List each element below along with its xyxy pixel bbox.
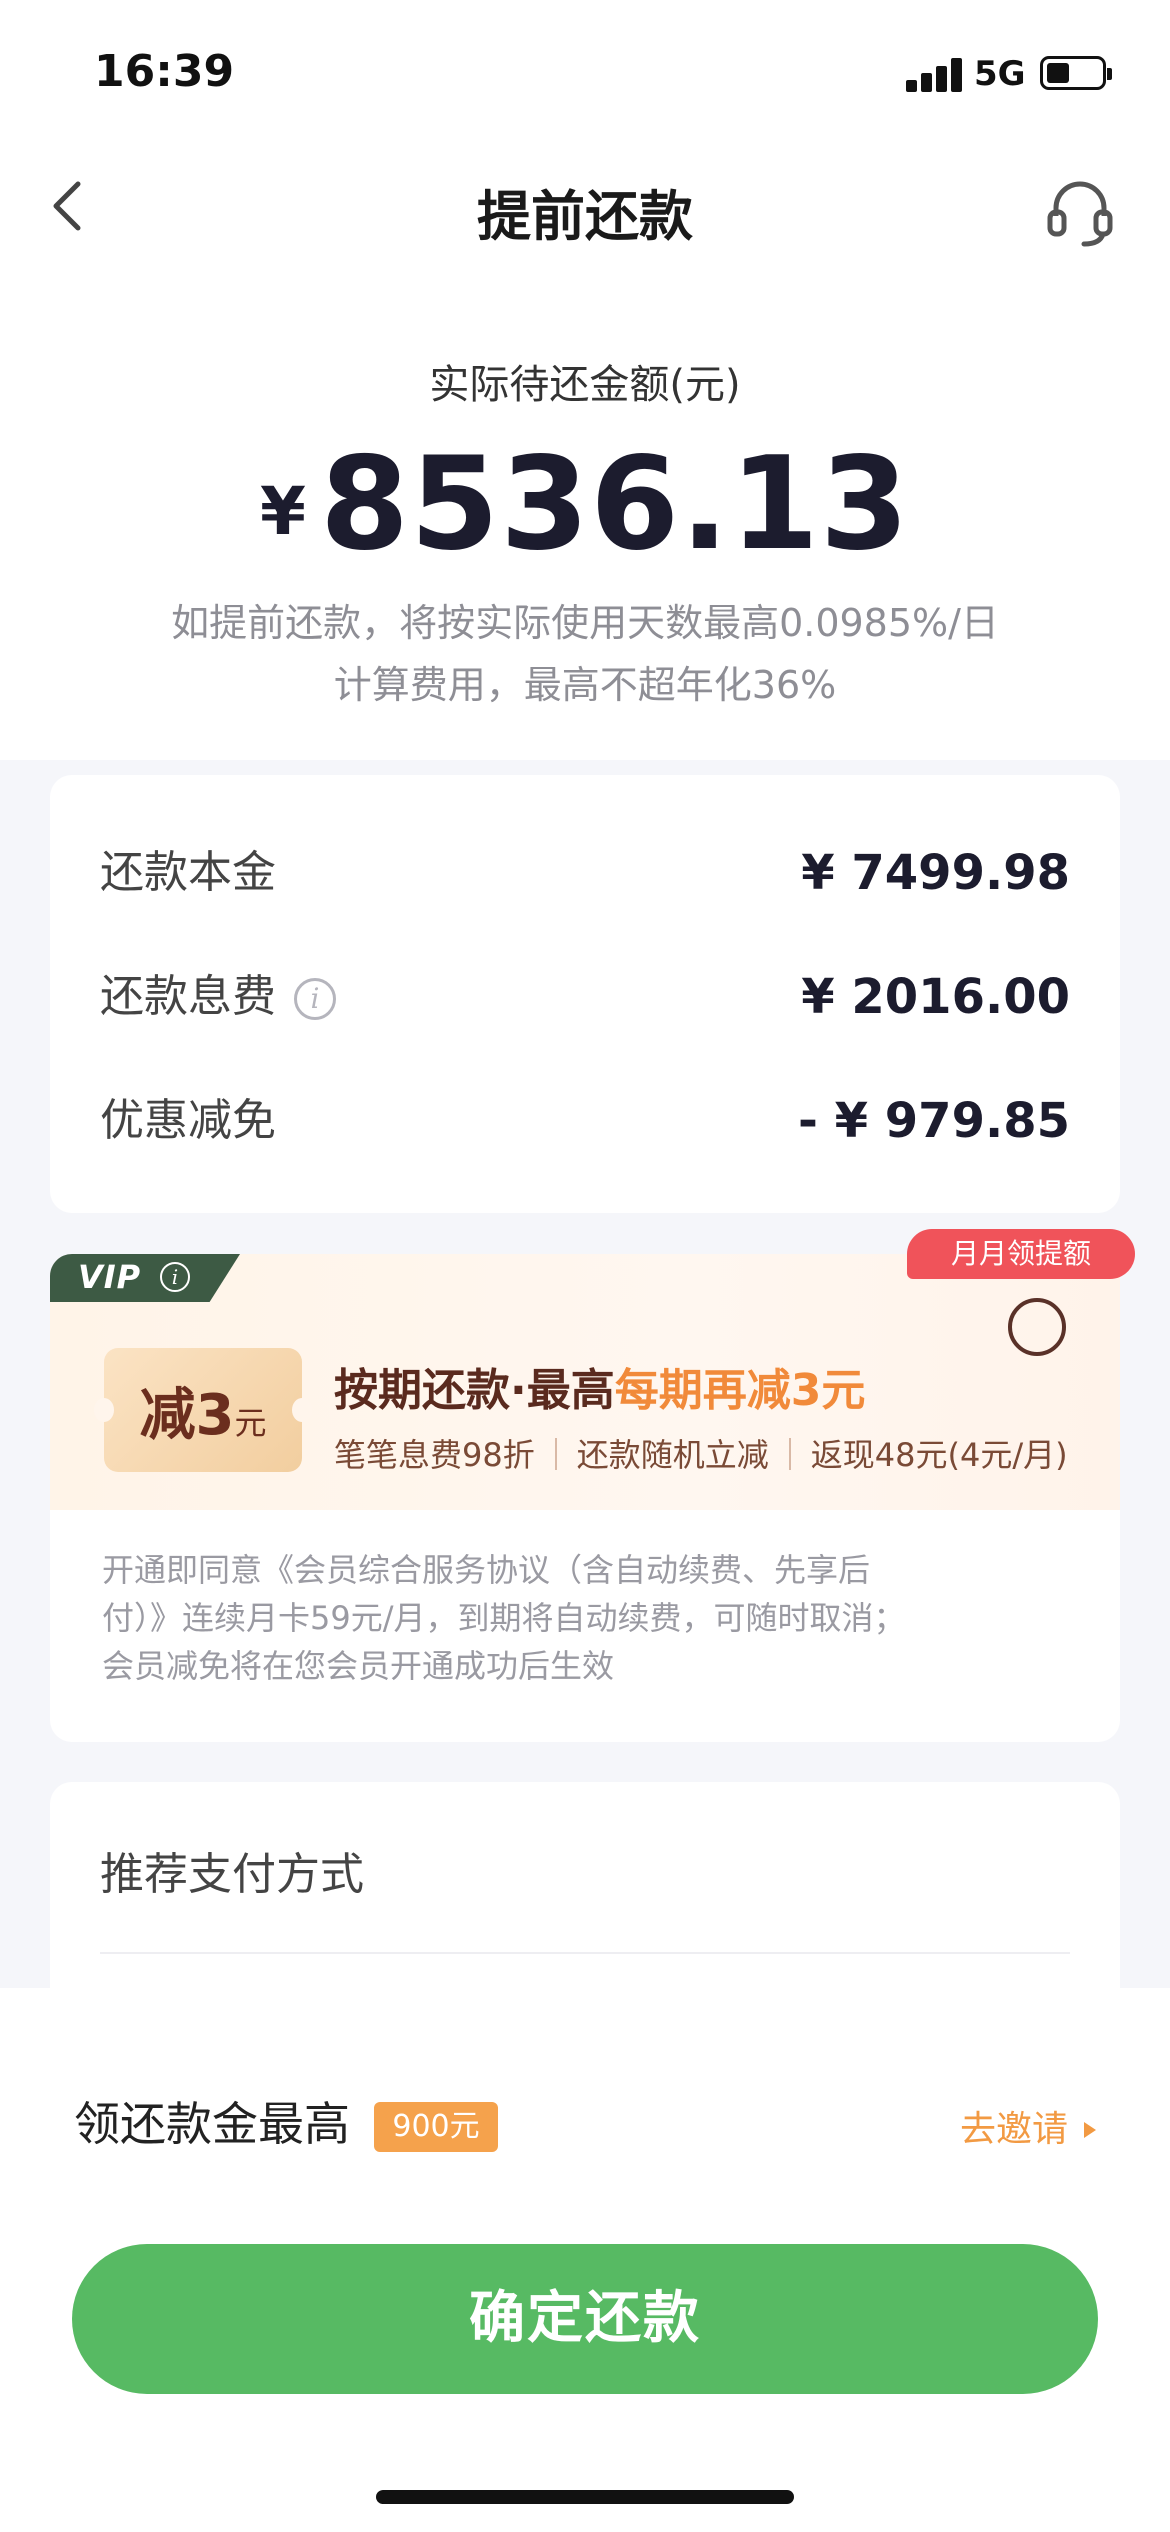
coupon-amount: 减3 xyxy=(139,1383,235,1448)
fee-label-wrap: 还款息费 i xyxy=(100,957,336,1037)
vip-perk: 还款随机立减 xyxy=(576,1436,769,1474)
repayment-detail-card: 还款本金 ¥ 7499.98 还款息费 i ¥ 2016.00 优惠减免 - ¥ … xyxy=(50,775,1120,1213)
home-indicator xyxy=(376,2490,794,2504)
agreement-line: 付）》连续月卡59元/月，到期将自动续费，可随时取消； xyxy=(102,1599,906,1637)
notice-line: 如提前还款，将按实际使用天数最高0.0985%/日 xyxy=(171,601,999,645)
divider xyxy=(100,1952,1070,1954)
status-time: 16:39 xyxy=(94,46,235,97)
vip-title-highlight: 每期再减3元 xyxy=(614,1365,866,1416)
battery-icon xyxy=(1040,56,1112,90)
vip-tag-text: VIP xyxy=(78,1258,142,1296)
fee-value: ¥ 2016.00 xyxy=(801,969,1070,1025)
page-title: 提前还款 xyxy=(477,185,693,248)
vip-tag: VIP i xyxy=(50,1254,240,1302)
repayment-notice: 如提前还款，将按实际使用天数最高0.0985%/日 计算费用，最高不超年化36% xyxy=(100,592,1070,716)
coupon-unit: 元 xyxy=(234,1404,267,1442)
signal-icon xyxy=(906,58,962,92)
agreement-line: 开通即同意《会员综合服务协议（含自动续费、先享后 xyxy=(102,1551,871,1589)
notice-line: 计算费用，最高不超年化36% xyxy=(333,663,837,707)
vip-promo-badge: 月月领提额 xyxy=(907,1229,1135,1279)
info-icon[interactable]: i xyxy=(294,978,336,1020)
amount-value: 8536.13 xyxy=(319,430,910,579)
discount-label: 优惠减免 xyxy=(100,1095,276,1146)
vip-perk: 笔笔息费98折 xyxy=(334,1436,535,1474)
discount-value: - ¥ 979.85 xyxy=(798,1093,1070,1149)
fee-label: 还款息费 xyxy=(100,971,276,1022)
reward-label: 领还款金最高 xyxy=(74,2097,350,2151)
headset-icon xyxy=(1047,181,1113,247)
vip-agreement-text[interactable]: 开通即同意《会员综合服务协议（含自动续费、先享后 付）》连续月卡59元/月，到期… xyxy=(102,1546,1042,1690)
perk-divider xyxy=(788,1438,791,1470)
vip-perk: 返现48元(4元/月) xyxy=(810,1436,1068,1474)
invite-text: 去邀请 xyxy=(959,2109,1068,2150)
amount-display: ¥8536.13 xyxy=(0,430,1170,579)
vip-perks: 笔笔息费98折 还款随机立减 返现48元(4元/月) xyxy=(334,1430,1068,1476)
status-bar: 16:39 5G xyxy=(0,0,1170,150)
vip-title: 按期还款·最高每期再减3元 xyxy=(334,1354,865,1418)
principal-value: ¥ 7499.98 xyxy=(801,845,1070,901)
principal-label: 还款本金 xyxy=(100,847,276,898)
bottom-action-panel: 领还款金最高 900元 去邀请 确定还款 xyxy=(0,1988,1170,2532)
payment-method-title: 推荐支付方式 xyxy=(100,1849,364,1900)
discount-row: 优惠减免 - ¥ 979.85 xyxy=(100,1081,1070,1161)
principal-row: 还款本金 ¥ 7499.98 xyxy=(100,833,1070,913)
fee-row: 还款息费 i ¥ 2016.00 xyxy=(100,957,1070,1037)
customer-service-button[interactable] xyxy=(1040,172,1120,252)
amount-label: 实际待还金额(元) xyxy=(429,362,741,408)
triangle-right-icon xyxy=(1084,2122,1096,2138)
network-type: 5G xyxy=(974,54,1026,94)
reward-amount-badge: 900元 xyxy=(374,2102,498,2152)
currency-symbol: ¥ xyxy=(260,473,306,550)
perk-divider xyxy=(554,1438,557,1470)
confirm-repay-button[interactable]: 确定还款 xyxy=(72,2244,1098,2394)
vip-offer-card[interactable]: VIP i 月月领提额 减3元 按期还款·最高每期再减3元 笔笔息费98折 还款随… xyxy=(50,1229,1135,1742)
vip-title-prefix: 按期还款·最高 xyxy=(334,1365,615,1416)
invite-link[interactable]: 去邀请 xyxy=(960,2100,1096,2152)
vip-select-radio[interactable] xyxy=(1008,1298,1066,1356)
coupon-ticket: 减3元 xyxy=(94,1348,312,1472)
vip-info-icon[interactable]: i xyxy=(160,1262,190,1292)
agreement-line: 会员减免将在您会员开通成功后生效 xyxy=(102,1647,615,1685)
